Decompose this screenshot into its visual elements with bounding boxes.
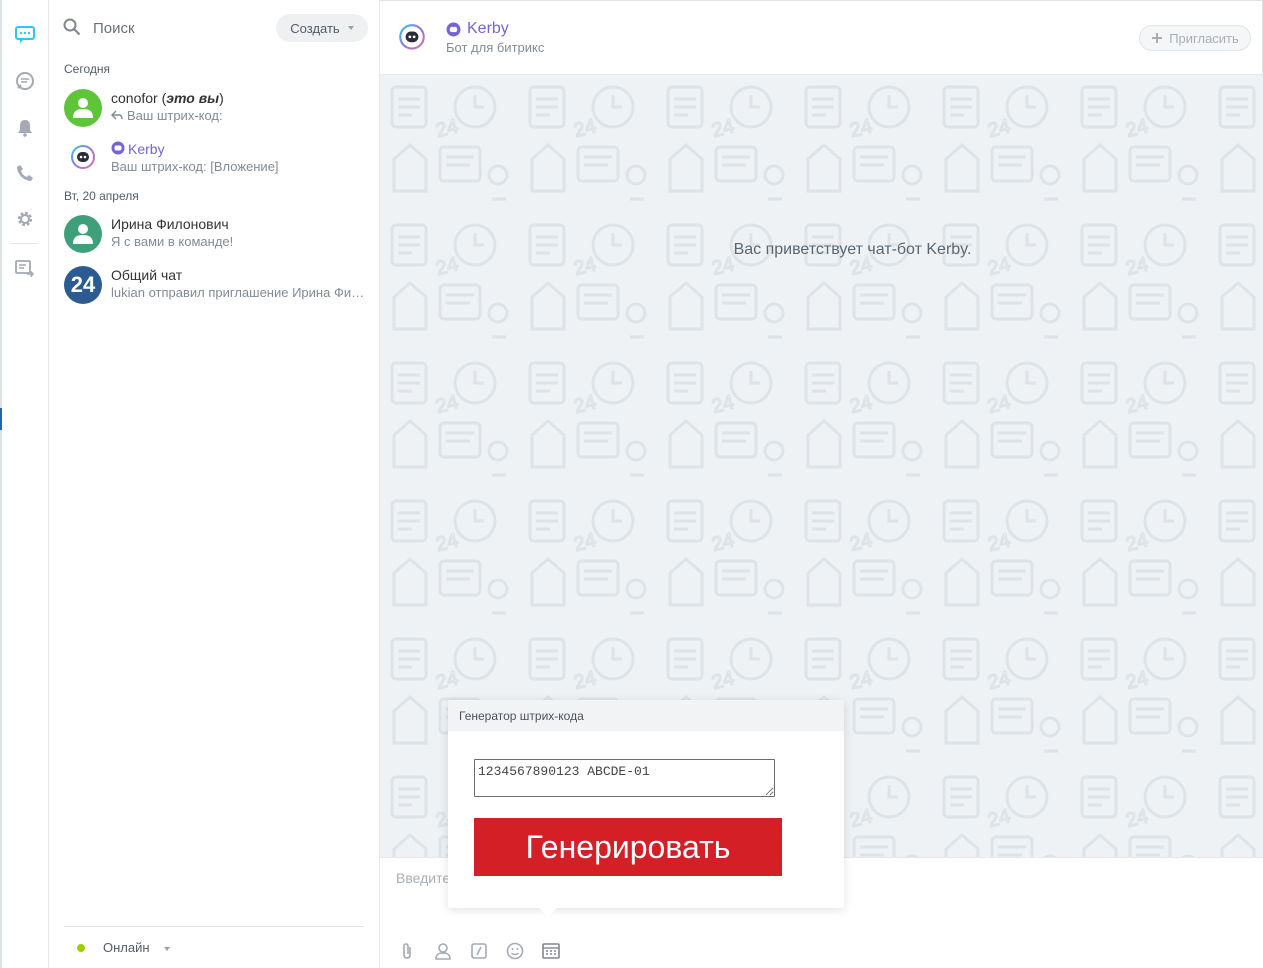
- bot-avatar: [64, 140, 102, 178]
- input-toolbar: [396, 940, 562, 962]
- recent-item-title: conofor (это вы): [111, 90, 224, 106]
- group-label-today: Сегодня: [64, 62, 110, 76]
- group-label-date: Вт, 20 апреля: [64, 189, 139, 203]
- generate-button[interactable]: Генерировать: [474, 818, 782, 876]
- chat-title[interactable]: Kerby: [446, 20, 509, 38]
- avatar: [64, 215, 102, 253]
- rail-edge-marker: [0, 408, 2, 430]
- chevron-down-icon: [164, 947, 170, 951]
- search-row: Создать: [63, 14, 368, 44]
- self-marker: это вы: [166, 90, 220, 106]
- messenger-app: Создать Сегодня conofor (это вы) Ваш штр…: [0, 0, 1263, 968]
- popup-tail: [538, 907, 558, 917]
- create-button-label: Создать: [290, 20, 340, 36]
- recent-item-subtitle: Ваш штрих-код:: [111, 108, 366, 123]
- invite-button-label: Пригласить: [1169, 30, 1239, 46]
- phone-icon[interactable]: [13, 161, 37, 185]
- recent-item-title: Общий чат: [111, 267, 183, 283]
- export-icon[interactable]: [13, 257, 37, 281]
- bell-icon[interactable]: [13, 116, 37, 140]
- recent-item-irina[interactable]: Ирина Филонович Я с вами в команде!: [49, 210, 380, 260]
- 24-icon: 24: [64, 266, 102, 304]
- welcome-message: Вас приветствует чат-бот Kerby.: [733, 241, 972, 258]
- bot-avatar[interactable]: [398, 23, 426, 55]
- user-icon: [73, 98, 93, 118]
- status-label[interactable]: Онлайн: [103, 940, 150, 955]
- barcode-text-input[interactable]: 1234567890123 ABCDE-01: [474, 759, 775, 797]
- chevron-down-icon: [347, 26, 354, 30]
- chat-subtitle: Бот для битрикс: [446, 40, 545, 55]
- recent-item-conofor[interactable]: conofor (это вы) Ваш штрих-код:: [49, 84, 380, 134]
- popup-title: Генератор штрих-кода: [448, 700, 844, 731]
- barcode-generator-popup: Генератор штрих-кода 1234567890123 ABCDE…: [448, 700, 844, 917]
- user-icon: [73, 224, 93, 244]
- chat-header: Kerby Бот для битрикс Пригласить: [380, 0, 1263, 75]
- create-button[interactable]: Создать: [276, 14, 368, 42]
- recent-list-panel: Создать Сегодня conofor (это вы) Ваш штр…: [49, 0, 380, 968]
- recent-item-general-chat[interactable]: 24 Общий чат lukian отправил приглашение…: [49, 261, 380, 311]
- open-lines-icon[interactable]: [13, 69, 37, 93]
- recent-item-kerby[interactable]: Kerby Ваш штрих-код: [Вложение]: [49, 135, 380, 185]
- plus-icon: [1152, 33, 1163, 43]
- avatar: [64, 89, 102, 127]
- search-icon: [63, 18, 81, 41]
- command-icon[interactable]: [468, 940, 490, 962]
- smile-icon[interactable]: [504, 940, 526, 962]
- status-selector[interactable]: Онлайн: [64, 926, 364, 968]
- keyboard-icon[interactable]: [540, 940, 562, 962]
- reply-icon: [111, 110, 123, 120]
- search-input[interactable]: [93, 16, 263, 40]
- paperclip-icon[interactable]: [396, 940, 418, 962]
- icon-rail: [0, 0, 49, 968]
- invite-button[interactable]: Пригласить: [1139, 25, 1251, 51]
- recent-item-subtitle: Я с вами в команде!: [111, 234, 234, 249]
- rail-edge: [0, 0, 2, 968]
- chat-icon[interactable]: [13, 23, 37, 47]
- gear-icon[interactable]: [13, 207, 37, 231]
- status-dot: [77, 944, 85, 952]
- bot-badge-icon: [446, 22, 461, 36]
- recent-item-subtitle: lukian отправил приглашение Ирина Филоно…: [111, 285, 366, 300]
- recent-item-title: Ирина Филонович: [111, 216, 229, 232]
- user-icon[interactable]: [432, 940, 454, 962]
- bot-badge-icon: [111, 141, 125, 155]
- recent-item-subtitle: Ваш штрих-код: [Вложение]: [111, 159, 279, 174]
- rail-divider: [10, 243, 38, 244]
- recent-item-title: Kerby: [111, 141, 165, 157]
